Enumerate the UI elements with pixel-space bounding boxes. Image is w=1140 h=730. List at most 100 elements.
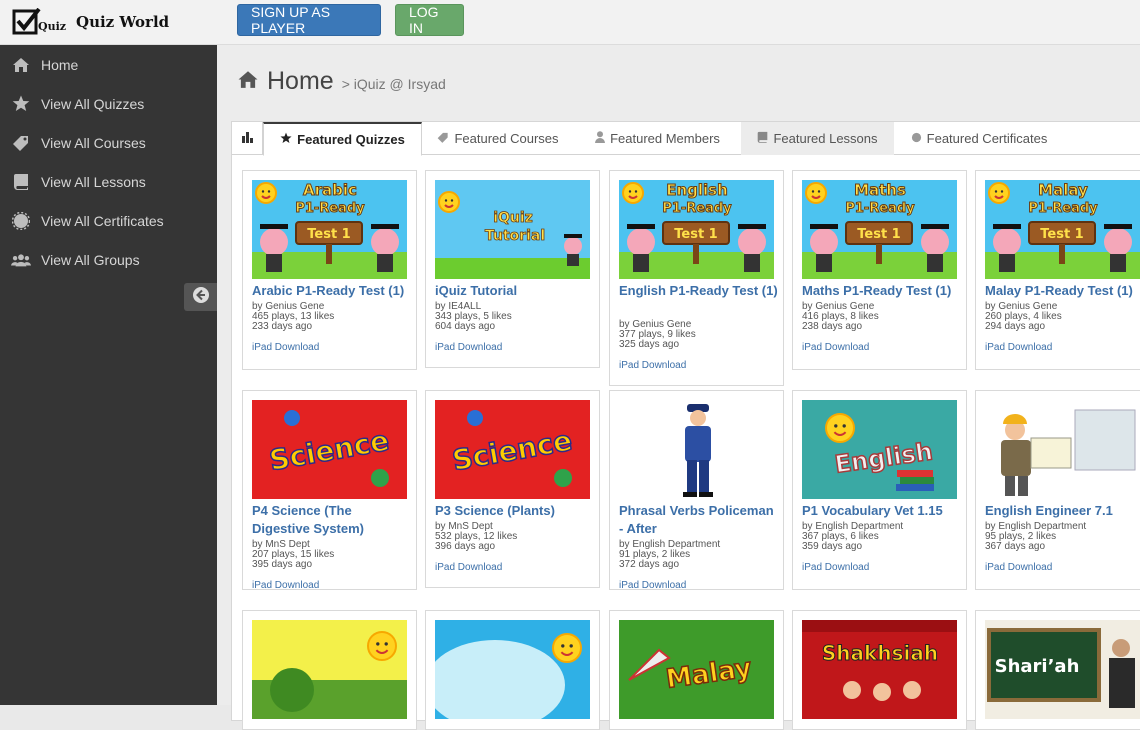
user-icon [595, 131, 606, 146]
quiz-title-link[interactable]: Maths P1-Ready Test (1) [802, 282, 962, 300]
tab-stats[interactable] [232, 122, 263, 155]
thumb-subtitle: Tutorial [485, 228, 545, 244]
quiz-thumbnail[interactable]: English [802, 400, 957, 499]
ipad-download-link[interactable]: iPad Download [802, 342, 962, 353]
quiz-meta: by IE4ALL 343 plays, 5 likes 604 days ag… [435, 302, 595, 354]
thumb-board: Test 1 [674, 227, 717, 242]
ipad-download-link[interactable]: iPad Download [435, 342, 595, 353]
tag-icon [437, 131, 449, 146]
tab-featured-members[interactable]: Featured Members [574, 122, 741, 155]
ipad-download-link[interactable]: iPad Download [252, 342, 412, 353]
quiz-age: 325 days ago [619, 339, 680, 350]
quiz-thumbnail[interactable]: Science [252, 400, 407, 499]
ipad-download-link[interactable]: iPad Download [619, 580, 779, 591]
tab-featured-courses[interactable]: Featured Courses [422, 122, 574, 155]
collapse-sidebar-button[interactable] [184, 283, 217, 311]
sidebar-item-courses[interactable]: View All Courses [0, 123, 217, 162]
quiz-thumbnail[interactable]: Science [435, 400, 590, 499]
quiz-thumbnail[interactable]: English P1-Ready Test 1 [619, 180, 774, 279]
quiz-meta: by MnS Dept 207 plays, 15 likes 395 days… [252, 540, 412, 592]
home-icon [237, 70, 259, 94]
quiz-card[interactable]: Phrasal Verbs Policeman - After by Engli… [609, 390, 784, 591]
breadcrumb-sub[interactable]: > iQuiz @ Irsyad [342, 76, 446, 92]
sun-graphic [438, 191, 460, 213]
quiz-age: 604 days ago [435, 321, 496, 332]
quiz-card[interactable]: Arabic P1-Ready Test 1 Arabic P1-Ready T… [242, 170, 417, 370]
quiz-thumbnail[interactable] [619, 400, 774, 499]
ipad-download-link[interactable]: iPad Download [435, 562, 595, 573]
quiz-title-link[interactable]: P4 Science (The Digestive System) [252, 502, 412, 538]
tab-label: Featured Quizzes [297, 132, 405, 147]
quiz-card[interactable] [242, 610, 417, 730]
quiz-thumbnail[interactable]: Shari’ah [985, 620, 1140, 719]
quiz-meta: by MnS Dept 532 plays, 12 likes 396 days… [435, 522, 595, 574]
quiz-title-link[interactable]: Malay P1-Ready Test (1) [985, 282, 1140, 300]
sidebar-item-quizzes[interactable]: View All Quizzes [0, 84, 217, 123]
quiz-card[interactable]: English P1-Ready Test 1 English P1-Ready… [609, 170, 784, 386]
sun-graphic [367, 631, 397, 661]
sun-graphic [255, 182, 277, 204]
tab-featured-quizzes[interactable]: Featured Quizzes [263, 122, 422, 156]
quiz-card[interactable]: Shari’ah [975, 610, 1140, 730]
signup-button[interactable]: SIGN UP AS PLAYER [237, 4, 381, 36]
ipad-download-link[interactable]: iPad Download [619, 360, 779, 371]
sidebar-item-lessons[interactable]: View All Lessons [0, 162, 217, 201]
page-title: Home [267, 67, 334, 95]
quiz-thumbnail[interactable] [252, 620, 407, 719]
quiz-title-link[interactable]: English P1-Ready Test (1) [619, 282, 779, 300]
quiz-title-link[interactable]: P1 Vocabulary Vet 1.15 [802, 502, 962, 520]
thumb-subtitle: P1-Ready [845, 201, 915, 216]
quiz-thumbnail[interactable]: Malay P1-Ready Test 1 [985, 180, 1140, 279]
quiz-thumbnail[interactable]: Malay [619, 620, 774, 719]
quiz-thumbnail[interactable] [435, 620, 590, 719]
thumb-title: Maths [854, 181, 906, 199]
login-button[interactable]: LOG IN [395, 4, 464, 36]
quiz-card[interactable]: Malay [609, 610, 784, 730]
sidebar-item-groups[interactable]: View All Groups [0, 240, 217, 279]
sidebar-item-certificates[interactable]: View All Certificates [0, 201, 217, 240]
tab-featured-lessons[interactable]: Featured Lessons [741, 122, 894, 155]
quiz-title-link[interactable]: iQuiz Tutorial [435, 282, 595, 300]
tab-bar: Featured Quizzes Featured Courses Featur… [232, 122, 1140, 156]
quiz-meta: by Genius Gene 260 plays, 4 likes 294 da… [985, 302, 1140, 354]
quiz-card[interactable] [425, 610, 600, 730]
quiz-thumbnail[interactable]: iQuiz Tutorial [435, 180, 590, 279]
certificate-icon [911, 131, 922, 146]
quiz-card[interactable]: English P1 Vocabulary Vet 1.15 by Englis… [792, 390, 967, 590]
ipad-download-link[interactable]: iPad Download [985, 562, 1140, 573]
quiz-card[interactable]: Science P3 Science (Plants) by MnS Dept … [425, 390, 600, 588]
quiz-thumbnail[interactable] [985, 400, 1140, 499]
tab-featured-certificates[interactable]: Featured Certificates [894, 122, 1064, 155]
sun-graphic [988, 182, 1010, 204]
tab-label: Featured Members [610, 131, 720, 146]
ipad-download-link[interactable]: iPad Download [802, 562, 962, 573]
quiz-card[interactable]: iQuiz Tutorial iQuiz Tutorial by IE4ALL … [425, 170, 600, 368]
quiz-card[interactable]: Maths P1-Ready Test 1 Maths P1-Ready Tes… [792, 170, 967, 370]
quiz-age: 396 days ago [435, 541, 496, 552]
quiz-title-link[interactable]: English Engineer 7.1 [985, 502, 1140, 520]
sidebar-item-home[interactable]: Home [0, 45, 217, 84]
quiz-title-link[interactable]: Phrasal Verbs Policeman - After [619, 502, 779, 538]
quiz-thumbnail[interactable]: Shakhsiah [802, 620, 957, 719]
quiz-card[interactable]: Science P4 Science (The Digestive System… [242, 390, 417, 592]
thumb-board: Test 1 [857, 227, 900, 242]
quiz-card[interactable]: Malay P1-Ready Test 1 Malay P1-Ready Tes… [975, 170, 1140, 370]
quiz-title-link[interactable]: Arabic P1-Ready Test (1) [252, 282, 412, 300]
ipad-download-link[interactable]: iPad Download [252, 580, 412, 591]
quiz-thumbnail[interactable]: Arabic P1-Ready Test 1 [252, 180, 407, 279]
quiz-thumbnail[interactable]: Maths P1-Ready Test 1 [802, 180, 957, 279]
quiz-card[interactable]: Shakhsiah [792, 610, 967, 730]
quiz-title-link[interactable]: P3 Science (Plants) [435, 502, 595, 520]
sidebar-item-label: Home [41, 56, 79, 73]
quiz-meta: by English Department 95 plays, 2 likes … [985, 522, 1140, 574]
book-icon [11, 173, 31, 190]
quiz-card[interactable]: English Engineer 7.1 by English Departme… [975, 390, 1140, 590]
ipad-download-link[interactable]: iPad Download [985, 342, 1140, 353]
sidebar-item-label: View All Groups [41, 251, 140, 268]
thumb-subtitle: P1-Ready [295, 201, 365, 216]
bar-chart-icon [241, 131, 254, 146]
quiz-age: 367 days ago [985, 541, 1046, 552]
quiz-age: 233 days ago [252, 321, 313, 332]
logo[interactable]: Quiz Quiz World [12, 7, 169, 36]
sidebar-item-label: View All Quizzes [41, 95, 145, 112]
